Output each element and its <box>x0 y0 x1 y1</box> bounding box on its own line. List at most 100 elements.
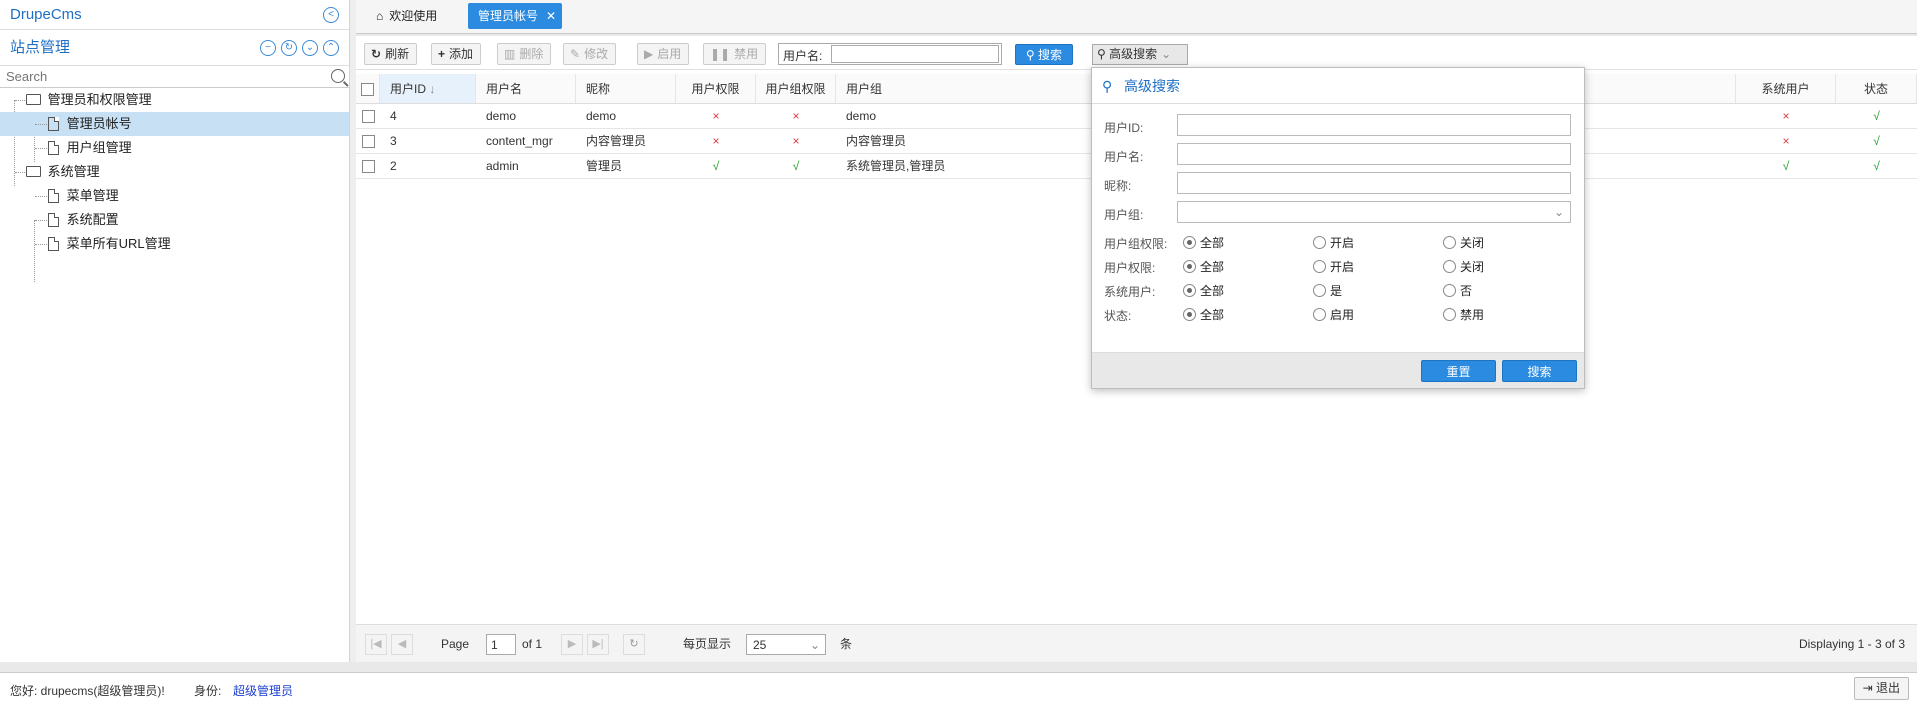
cell-username: admin <box>486 159 519 173</box>
refresh-button[interactable]: ↻ 刷新 <box>364 43 418 65</box>
radio-option[interactable]: 全部 <box>1183 234 1224 251</box>
tree-item-system[interactable]: 系统管理 <box>0 160 349 184</box>
collapse-all-icon[interactable]: − <box>260 40 276 56</box>
edit-button[interactable]: ✎ 修改 <box>563 43 617 65</box>
search-icon[interactable] <box>331 69 345 83</box>
search-button[interactable]: ⚲ 搜索 <box>1015 44 1073 65</box>
radio-option[interactable]: 禁用 <box>1443 306 1484 323</box>
prev-page-icon[interactable]: ◀ <box>391 634 413 655</box>
radio-circle-icon[interactable] <box>1183 284 1196 298</box>
logout-button[interactable]: ⇥ 退出 <box>1853 677 1909 700</box>
radio-circle-icon[interactable] <box>1313 260 1326 274</box>
tree-item-menu-manage[interactable]: 菜单管理 <box>0 184 349 208</box>
tree-item-admin-perm[interactable]: 管理员和权限管理 <box>0 88 349 112</box>
tab-welcome[interactable]: ⌂ 欢迎使用 <box>366 3 447 29</box>
chevron-down-icon: ⌄ <box>809 638 820 652</box>
collapse-up-icon[interactable]: ⌃ <box>323 40 339 56</box>
next-page-icon[interactable]: ▶ <box>561 634 583 655</box>
radio-circle-icon[interactable] <box>1443 236 1456 250</box>
radio-circle-icon[interactable] <box>1313 308 1326 322</box>
row-checkbox-input[interactable] <box>361 135 375 149</box>
cell-nickname: 管理员 <box>586 159 623 173</box>
tree-item-admin-account[interactable]: 管理员帐号 <box>0 112 349 136</box>
col-group-perm[interactable]: 用户组权限 <box>756 74 836 103</box>
home-icon: ⌂ <box>376 9 384 23</box>
close-tab-icon[interactable]: ✕ <box>546 3 556 29</box>
advanced-search-header: ⚲ 高级搜索 <box>1092 68 1584 104</box>
delete-button[interactable]: ▥ 删除 <box>497 43 552 65</box>
display-info: Displaying 1 - 3 of 3 <box>1798 637 1905 651</box>
row-checkbox-input[interactable] <box>361 160 375 174</box>
username-filter: 用户名: <box>778 43 1002 65</box>
radio-circle-icon[interactable] <box>1313 236 1326 250</box>
cell-group-perm: √ <box>792 159 800 173</box>
collapse-sidebar-icon[interactable]: < <box>323 7 339 23</box>
tree-item-group-manage[interactable]: 用户组管理 <box>0 136 349 160</box>
radio-option[interactable]: 全部 <box>1183 258 1224 275</box>
sidebar-search-input[interactable] <box>0 66 349 87</box>
expand-down-icon[interactable]: ⌄ <box>302 40 318 56</box>
radio-circle-icon[interactable] <box>1313 284 1326 298</box>
user-id-field[interactable] <box>1177 114 1571 136</box>
page-number-input[interactable] <box>486 634 516 655</box>
disable-button[interactable]: ❚❚ 禁用 <box>703 43 767 65</box>
row-checkbox-input[interactable] <box>361 110 375 124</box>
last-page-icon[interactable]: ▶| <box>587 634 609 655</box>
col-status[interactable]: 状态 <box>1836 74 1917 103</box>
enable-button[interactable]: ▶ 启用 <box>637 43 690 65</box>
tab-admin-account[interactable]: 管理员帐号 ✕ <box>468 3 563 29</box>
per-page-select[interactable]: 25 ⌄ <box>746 634 826 655</box>
status-bar: 您好: drupecms(超级管理员)! 身份: 超级管理员 ⇥ 退出 <box>0 672 1917 705</box>
trash-icon: ▥ <box>504 47 516 61</box>
file-icon <box>48 116 59 131</box>
cell-nickname: demo <box>586 109 617 123</box>
username-field[interactable] <box>1177 143 1571 165</box>
row-checkbox[interactable] <box>356 104 380 128</box>
radio-circle-icon[interactable] <box>1183 308 1196 322</box>
cell-system-user: × <box>1782 134 1790 148</box>
radio-circle-icon[interactable] <box>1443 260 1456 274</box>
add-button[interactable]: + 添加 <box>431 43 482 65</box>
row-checkbox[interactable] <box>356 154 380 178</box>
advanced-search-submit-button[interactable]: 搜索 <box>1502 360 1577 382</box>
username-filter-input[interactable] <box>831 45 999 63</box>
advanced-search-button[interactable]: ⚲ 高级搜索 ⌄ <box>1092 44 1188 65</box>
radio-option[interactable]: 启用 <box>1313 306 1354 323</box>
group-select[interactable]: ⌄ <box>1177 201 1571 223</box>
col-system-user[interactable]: 系统用户 <box>1736 74 1836 103</box>
radio-option[interactable]: 全部 <box>1183 282 1224 299</box>
row-checkbox[interactable] <box>356 129 380 153</box>
role-link[interactable]: 超级管理员 <box>233 682 293 699</box>
radio-circle-icon[interactable] <box>1183 260 1196 274</box>
brand-title: DrupeCms <box>10 6 82 23</box>
radio-option[interactable]: 开启 <box>1313 234 1354 251</box>
col-user-perm[interactable]: 用户权限 <box>676 74 756 103</box>
radio-option[interactable]: 关闭 <box>1443 258 1484 275</box>
nickname-field[interactable] <box>1177 172 1571 194</box>
field-label-username: 用户名: <box>1104 150 1144 164</box>
reset-button[interactable]: 重置 <box>1421 360 1496 382</box>
reload-icon[interactable]: ↻ <box>623 634 645 655</box>
cell-status: √ <box>1873 159 1880 173</box>
tree-item-menu-url[interactable]: 菜单所有URL管理 <box>0 232 349 256</box>
col-user-id[interactable]: 用户ID ↓ <box>380 74 476 103</box>
radio-option[interactable]: 开启 <box>1313 258 1354 275</box>
col-nickname[interactable]: 昵称 <box>576 74 676 103</box>
radio-option[interactable]: 是 <box>1313 282 1342 299</box>
file-icon <box>48 236 59 251</box>
search-icon: ⚲ <box>1025 48 1039 62</box>
tree-item-system-config[interactable]: 系统配置 <box>0 208 349 232</box>
folder-icon <box>26 166 41 178</box>
col-username[interactable]: 用户名 <box>476 74 576 103</box>
advanced-search-footer: 重置 搜索 <box>1092 352 1584 388</box>
refresh-tree-icon[interactable]: ↻ <box>281 40 297 56</box>
select-all-checkbox[interactable] <box>361 83 374 97</box>
radio-option[interactable]: 全部 <box>1183 306 1224 323</box>
radio-circle-icon[interactable] <box>1443 284 1456 298</box>
toolbar: ↻ 刷新 + 添加 ▥ 删除 ✎ 修改 ▶ 启用 ❚❚ 禁用 用户名: ⚲ 搜索 ⚲ 高级搜… <box>356 36 1917 70</box>
radio-circle-icon[interactable] <box>1183 236 1196 250</box>
radio-option[interactable]: 关闭 <box>1443 234 1484 251</box>
radio-option[interactable]: 否 <box>1443 282 1472 299</box>
radio-circle-icon[interactable] <box>1443 308 1456 322</box>
first-page-icon[interactable]: |◀ <box>365 634 387 655</box>
